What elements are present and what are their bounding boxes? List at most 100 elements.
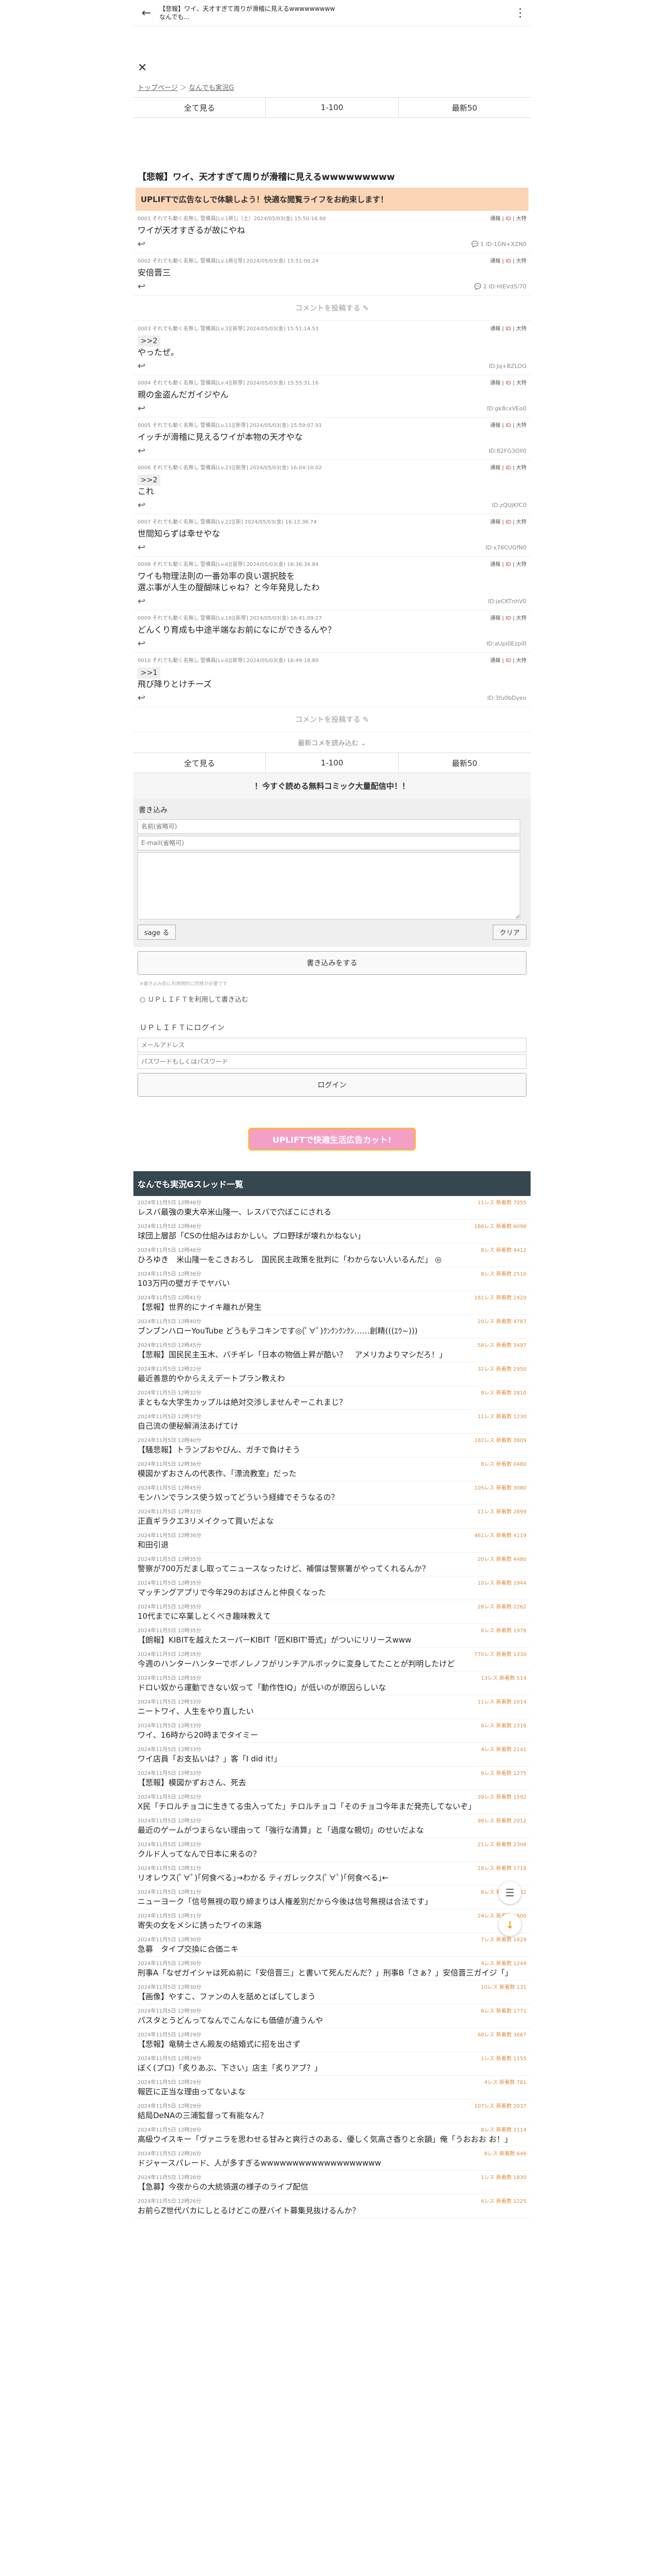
message-field[interactable] xyxy=(138,852,520,919)
thread-title-link[interactable]: 103万円の壁ガチでヤバい xyxy=(138,1278,526,1289)
post-anchor[interactable]: >>2 xyxy=(138,474,161,486)
sage-button[interactable]: sage る xyxy=(138,925,176,940)
thread-title-link[interactable]: マッチングアプリで今年29のおばさんと仲良くなった xyxy=(138,1587,526,1598)
thread-item[interactable]: 2024年11月5日 12時32分 98レス 新着数 2012 最近のゲームがつまら… xyxy=(133,1814,531,1838)
thread-title-link[interactable]: クルド人ってなんで日本に来るの？ xyxy=(138,1849,526,1859)
report-link[interactable]: 通報 xyxy=(490,562,501,568)
thread-item[interactable]: 2024年11月5日 12時45分 58レス 新着数 3497 【悲報】国民民主玉木… xyxy=(133,1339,531,1362)
thread-item[interactable]: 2024年11月5日 12時33分 11レス 新着数 1014 ニートワイ、人生をや… xyxy=(133,1695,531,1719)
email-field[interactable] xyxy=(138,836,520,850)
free-comic-link[interactable]: ！今すぐ読める無料コミック大量配信中！！ xyxy=(133,773,531,799)
thread-item[interactable]: 2024年11月5日 12時33分 4レス 新着数 2141 ワイ店員「お支払いは？… xyxy=(133,1743,531,1767)
login-email-field[interactable] xyxy=(138,1038,526,1052)
thread-title-link[interactable]: ニートワイ、人生をやり直したい xyxy=(138,1706,526,1716)
thread-item[interactable]: 2024年11月5日 12時32分 39レス 新着数 1592 X民「チロルチョコに… xyxy=(133,1790,531,1814)
thread-title-link[interactable]: 球団上層部「CSの仕組みはおかしい。プロ野球が壊れかねない」 xyxy=(138,1231,526,1241)
thread-title-link[interactable]: 【画像】やすこ、ファンの人を舐めとばしてしまう xyxy=(138,1991,526,2002)
reply-count[interactable]: 2 xyxy=(483,283,487,290)
load-latest-button[interactable]: 最新コメを読み込む ⌄ xyxy=(133,732,531,753)
login-button[interactable]: ログイン xyxy=(138,1073,526,1097)
thread-title-link[interactable]: 自己流の便秘解消法あげてけ xyxy=(138,1421,526,1431)
res-link[interactable]: 大特 xyxy=(516,562,526,568)
scroll-down-icon[interactable]: ↓ xyxy=(499,1913,521,1936)
thread-item[interactable]: 2024年11月5日 12時35分 28レス 新着数 2262 10代までに卒業しと… xyxy=(133,1600,531,1624)
thread-item[interactable]: 2024年11月5日 12時32分 21レス 新着数 2306 クルド人ってなんで日… xyxy=(133,1838,531,1862)
thread-title-link[interactable]: 10代までに卒業しとくべき趣味教えて xyxy=(138,1611,526,1621)
res-link[interactable]: 大特 xyxy=(516,658,526,664)
pager-range[interactable]: 1-100 xyxy=(266,98,399,117)
thread-item[interactable]: 2024年11月5日 12時46分 8レス 新着数 4412 ひろゆき 米山隆一をこ… xyxy=(133,1244,531,1267)
thread-title-link[interactable]: パスタとうどんってなんでこんなにも価値が違うんや xyxy=(138,2015,526,2026)
checkbox-icon[interactable]: ○ xyxy=(140,996,145,1004)
reply-icon[interactable]: ↩ xyxy=(138,638,145,649)
thread-title-link[interactable]: 【悲報】模図かずおさん、死去 xyxy=(138,1777,526,1788)
name-field[interactable] xyxy=(138,819,520,834)
clear-button[interactable]: クリア xyxy=(492,925,526,940)
reply-icon[interactable]: ↩ xyxy=(138,361,145,372)
thread-title-link[interactable]: 警察が700万だまし取ってニュースなったけど、補償は警察署がやってくれるんか？ xyxy=(138,1563,526,1574)
reply-icon[interactable]: ↩ xyxy=(138,693,145,703)
thread-item[interactable]: 2024年11月5日 12時29分 107レス 新着数 2037 結局DeNAの三浦… xyxy=(133,2099,531,2123)
thread-item[interactable]: 2024年11月5日 12時36分 8レス 新着数 2510 103万円の壁ガチでヤ… xyxy=(133,1267,531,1291)
thread-item[interactable]: 2024年11月5日 12時32分 11レス 新着数 2899 正直ギラクエ3リメイ… xyxy=(133,1505,531,1529)
thread-title-link[interactable]: ニューヨーク「信号無視の取り締まりは人権差別だから今後は信号無視は合法です」 xyxy=(138,1896,526,1907)
reply-icon[interactable]: ↩ xyxy=(138,239,145,250)
thread-title-link[interactable]: まともな大学生カップルは絶対交渉しませんぞーこれまじ？ xyxy=(138,1397,526,1407)
thread-title-link[interactable]: お前らZ世代バカにしとるけどこの歴バイト募集見抜けるんか？ xyxy=(138,2205,526,2216)
report-link[interactable]: 通報 xyxy=(490,423,501,428)
id-link[interactable]: ID xyxy=(506,326,511,332)
res-link[interactable]: 大特 xyxy=(516,519,526,525)
close-icon[interactable]: ✕ xyxy=(133,26,531,75)
res-link[interactable]: 大特 xyxy=(516,423,526,428)
thread-title-link[interactable]: 寄失の女をメシに誘ったワイの末路 xyxy=(138,1920,526,1930)
id-link[interactable]: ID xyxy=(506,562,511,568)
thread-item[interactable]: 2024年11月5日 12時40分 20レス 新着数 4787 ブンブンハローYou… xyxy=(133,1315,531,1339)
thread-item[interactable]: 2024年11月5日 12時28分 8レス 新着数 2114 高級ウイスキー「ヴァニ… xyxy=(133,2123,531,2147)
report-link[interactable]: 通報 xyxy=(490,258,501,264)
thread-item[interactable]: 2024年11月5日 12時26分 1レス 新着数 1830 【急募】今夜からの大統… xyxy=(133,2171,531,2195)
report-link[interactable]: 通報 xyxy=(490,326,501,332)
thread-item[interactable]: 2024年11月5日 12時31分 18レス 新着数 1718 リオレウス(ﾟ∀ﾟ)… xyxy=(133,1862,531,1885)
uplift-checkbox-row[interactable]: ○ ＵＰＬＩＦＴを利用して書き込む xyxy=(138,988,526,1010)
report-link[interactable]: 通報 xyxy=(490,216,501,222)
thread-item[interactable]: 2024年11月5日 12時41分 181レス 新着数 2420 【悲報】世界的にナ… xyxy=(133,1291,531,1315)
res-link[interactable]: 大特 xyxy=(516,380,526,386)
thread-title-link[interactable]: 正直ギラクエ3リメイクって買いだよな xyxy=(138,1516,526,1526)
reply-icon[interactable]: ↩ xyxy=(138,446,145,456)
thread-title-link[interactable]: 報匠に正当な理由ってないよな xyxy=(138,2087,526,2097)
thread-item[interactable]: 2024年11月5日 12時26分 6レス 新着数 1225 お前らZ世代バカにしと… xyxy=(133,2195,531,2218)
thread-title-link[interactable]: 【騒悲報】トランプおやびん、ガチで負けそう xyxy=(138,1445,526,1455)
thread-item[interactable]: 2024年11月5日 12時29分 4レス 新着数 781 報匠に正当な理由ってない… xyxy=(133,2076,531,2099)
thread-item[interactable]: 2024年11月5日 12時26分 8レス 新着数 646 ドジャースパレード、人が… xyxy=(133,2147,531,2171)
thread-title-link[interactable]: 今週のハンターハンターでボノレノフがリンチアルボックに変身してたことが判明したけ… xyxy=(138,1659,526,1669)
submit-post-button[interactable]: 書き込みをする xyxy=(138,951,526,975)
thread-item[interactable]: 2024年11月5日 12時29分 68レス 新着数 3667 【悲報】竜騎士さん殿… xyxy=(133,2028,531,2052)
thread-item[interactable]: 2024年11月5日 12時33分 6レス 新着数 1275 【悲報】模図かずおさん… xyxy=(133,1767,531,1790)
thread-title-link[interactable]: リオレウス(ﾟ∀ﾟ)｢何食べる｣→わかる ティガレックス(ﾟ∀ﾟ)｢何食べる｣← xyxy=(138,1873,526,1883)
thread-title-link[interactable]: 【朗報】KIBITを越えたスーパーKIBIT「匠KIBIT'哥式」がついにリリー… xyxy=(138,1635,526,1645)
thread-item[interactable]: 2024年11月5日 12時36分 8レス 新着数 0480 模図かずおさんの代表作… xyxy=(133,1458,531,1481)
report-link[interactable]: 通報 xyxy=(490,616,501,621)
thread-item[interactable]: 2024年11月5日 12時22分 32レス 新着数 2950 最近善意的やからええ… xyxy=(133,1362,531,1386)
thread-title-link[interactable]: X民「チロルチョコに生きてる虫入ってた」チロルチョコ「そのチョコ今年まだ発売して… xyxy=(138,1801,526,1812)
thread-item[interactable]: 2024年11月5日 12時35分 770レス 新着数 1330 今週のハンターハン… xyxy=(133,1648,531,1672)
id-link[interactable]: ID xyxy=(506,258,511,264)
thread-title-link[interactable]: 刑事A「なぜガイシャは死ぬ前に「安倍晋三」と書いて死んだんだ？」刑事B「さぁ？」… xyxy=(138,1968,526,1978)
res-link[interactable]: 大特 xyxy=(516,616,526,621)
reply-icon[interactable]: ↩ xyxy=(138,403,145,414)
reply-icon[interactable]: ↩ xyxy=(138,281,145,292)
id-link[interactable]: ID xyxy=(506,465,511,471)
pager-all[interactable]: 全て見る xyxy=(133,98,266,117)
post-anchor[interactable]: >>1 xyxy=(138,667,161,679)
thread-item[interactable]: 2024年11月5日 12時35分 6レス 新着数 1978 【朗報】KIBITを越… xyxy=(133,1624,531,1648)
thread-title-link[interactable]: 高級ウイスキー「ヴァニラを思わせる甘みと爽行さのある、優しく気高さ香りと余韻」俺… xyxy=(138,2134,526,2144)
thread-item[interactable]: 2024年11月5日 12時30分 7レス 新着数 1829 急募 タイプ交換に合価… xyxy=(133,1933,531,1957)
uplift-banner[interactable]: UPLIFTで快適生活広告カット! xyxy=(248,1128,416,1151)
id-link[interactable]: ID xyxy=(506,616,511,621)
pager-latest[interactable]: 最新50 xyxy=(399,753,531,773)
back-arrow-icon[interactable]: ← xyxy=(133,7,159,20)
res-link[interactable]: 大特 xyxy=(516,258,526,264)
res-link[interactable]: 大特 xyxy=(516,216,526,222)
comment-button[interactable]: コメントを投稿する ✎ xyxy=(133,296,531,321)
thread-title-link[interactable]: 最近のゲームがつまらない理由って「強行な清算」と「過度な親切」のせいだよな xyxy=(138,1825,526,1835)
